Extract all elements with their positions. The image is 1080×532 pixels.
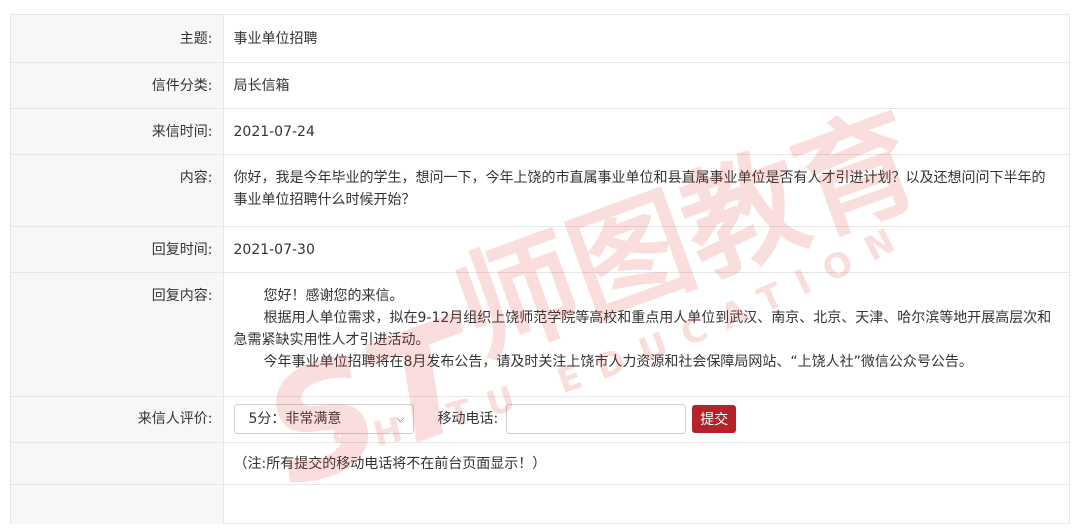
phone-label: 移动电话: [437,411,499,427]
rating-select-value: 5分：非常满意 [248,411,342,427]
submit-button[interactable]: 提交 [692,405,737,433]
phone-privacy-note: （注:所有提交的移动电话将不在前台页面显示！） [223,442,1069,485]
category-label: 信件分类: [11,62,224,109]
row-letter-date: 来信时间: 2021-07-24 [11,108,1069,155]
empty-label-cell [11,484,224,524]
reply-paragraph: 根据用人单位需求，拟在9-12月组织上饶师范学院等高校和重点用人单位到武汉、南京… [233,309,1052,348]
content-value: 你好，我是今年毕业的学生，想问一下，今年上饶的市直属事业单位和县直属事业单位是否… [223,154,1069,227]
subject-label: 主题: [11,15,224,63]
rating-label: 来信人评价: [11,396,224,443]
category-value: 局长信箱 [223,62,1069,109]
note-label-cell [11,442,224,485]
row-note: （注:所有提交的移动电话将不在前台页面显示！） [11,442,1069,485]
empty-value-cell [223,484,1069,524]
content-label: 内容: [11,154,224,227]
rating-form-row: 5分：非常满意 ⌵ 移动电话: 提交 [233,404,1058,434]
row-subject: 主题: 事业单位招聘 [11,15,1069,63]
letter-date-label: 来信时间: [11,108,224,155]
rating-form: 5分：非常满意 ⌵ 移动电话: 提交 [223,396,1069,443]
rating-select[interactable]: 5分：非常满意 ⌵ [233,404,414,434]
chevron-down-icon: ⌵ [396,412,405,425]
row-rating: 来信人评价: 5分：非常满意 ⌵ 移动电话: 提交 [11,396,1069,443]
row-reply: 回复内容: 您好！感谢您的来信。 根据用人单位需求，拟在9-12月组织上饶师范学… [11,272,1069,397]
letter-detail-table: 主题: 事业单位招聘 信件分类: 局长信箱 来信时间: 2021-07-24 内… [11,15,1069,524]
reply-paragraph: 您好！感谢您的来信。 [263,287,404,304]
reply-label: 回复内容: [11,272,224,397]
row-category: 信件分类: 局长信箱 [11,62,1069,109]
subject-value: 事业单位招聘 [223,15,1069,63]
letter-date-value: 2021-07-24 [223,108,1069,155]
row-empty [11,484,1069,524]
reply-paragraph: 今年事业单位招聘将在8月发布公告，请及时关注上饶市人力资源和社会保障局网站、“上… [263,353,973,370]
reply-date-value: 2021-07-30 [223,226,1069,273]
row-content: 内容: 你好，我是今年毕业的学生，想问一下，今年上饶的市直属事业单位和县直属事业… [11,154,1069,227]
reply-content: 您好！感谢您的来信。 根据用人单位需求，拟在9-12月组织上饶师范学院等高校和重… [223,272,1069,397]
reply-date-label: 回复时间: [11,226,224,273]
letter-detail-panel: 主题: 事业单位招聘 信件分类: 局长信箱 来信时间: 2021-07-24 内… [10,14,1070,524]
phone-input[interactable] [506,404,687,434]
row-reply-date: 回复时间: 2021-07-30 [11,226,1069,273]
